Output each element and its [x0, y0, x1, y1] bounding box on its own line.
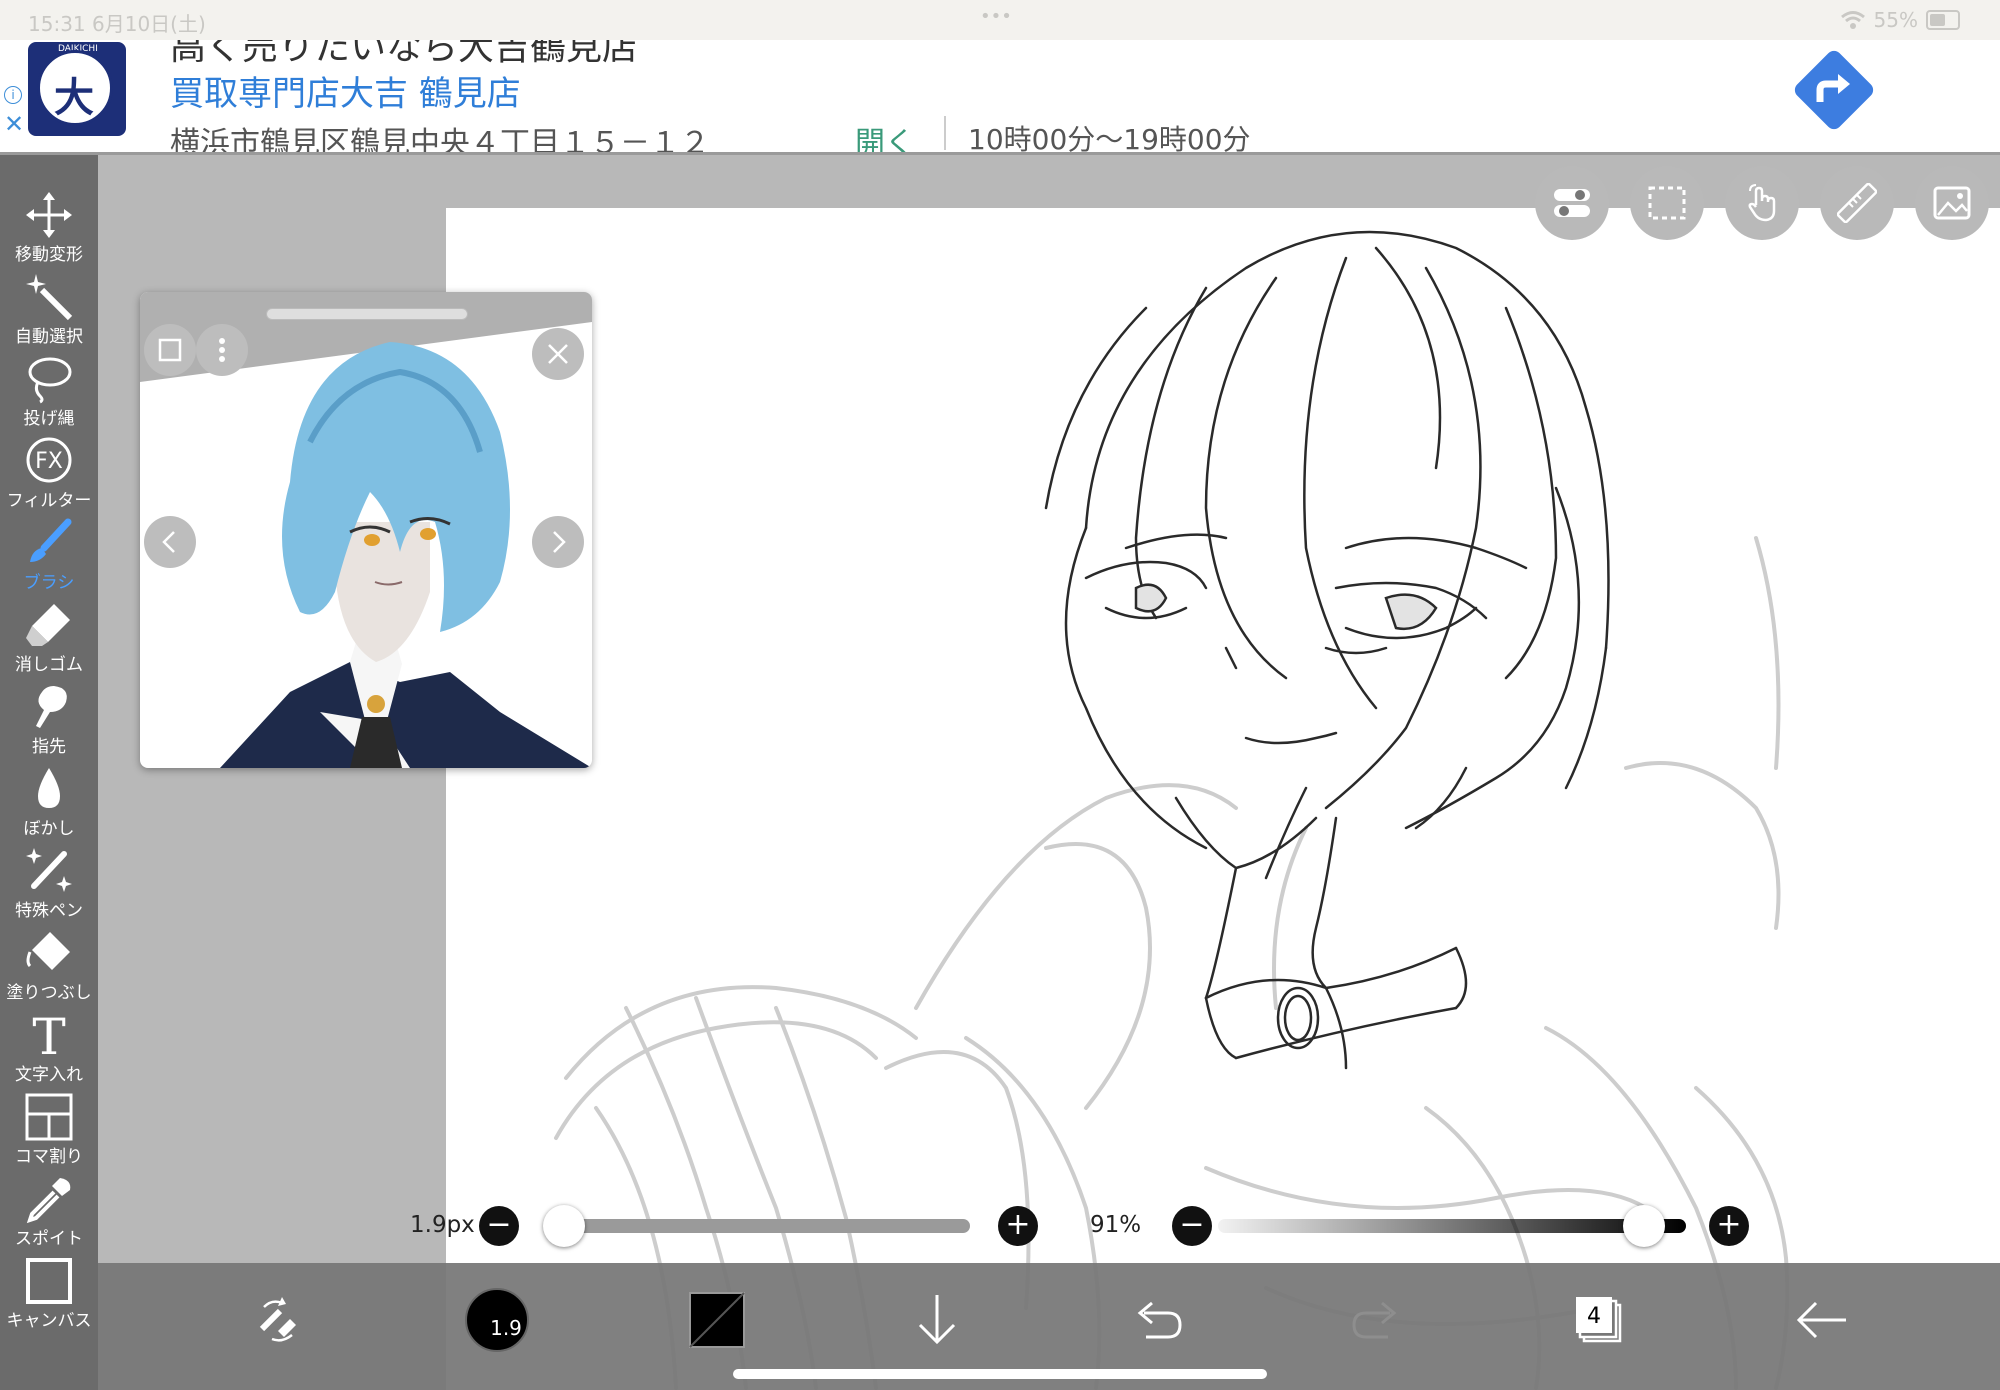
toggle-icon [1554, 189, 1590, 217]
ad-divider [944, 116, 946, 150]
move-icon [26, 192, 72, 238]
brush-size-slider[interactable] [548, 1219, 970, 1233]
tool-sidebar: 移動変形 自動選択 投げ縄 FX フィルター ブラシ 消しゴム 指先 ぼかし 特… [0, 155, 98, 1390]
tool-move-transform[interactable]: 移動変形 [0, 190, 98, 272]
back-arrow-icon [1796, 1301, 1846, 1339]
brush-sliders: 1.9px − + 91% − + [400, 1196, 2000, 1256]
toggle-button[interactable] [1535, 166, 1609, 240]
magic-wand-icon [26, 274, 73, 321]
image-reference-icon [1933, 186, 1971, 220]
text-icon: T [32, 1010, 65, 1060]
tool-frame-divide[interactable]: コマ割り [0, 1092, 98, 1174]
tool-text[interactable]: T 文字入れ [0, 1010, 98, 1092]
selection-rect-icon [1648, 186, 1686, 220]
svg-text:FX: FX [35, 449, 63, 474]
redo-button[interactable] [1342, 1285, 1412, 1355]
tool-eraser[interactable]: 消しゴム [0, 600, 98, 682]
status-bar: 15:31 6月10日(土) ••• 55% [0, 0, 2000, 40]
special-pen-icon [26, 848, 72, 892]
layers-button[interactable]: 4 [1564, 1285, 1634, 1355]
selection-button[interactable] [1630, 166, 1704, 240]
tool-eyedropper[interactable]: スポイト [0, 1174, 98, 1256]
ad-address: 横浜市鶴見区鶴見中央４丁目１５－１２ [170, 126, 710, 155]
directions-icon[interactable] [1792, 48, 1876, 132]
undo-button[interactable] [1122, 1285, 1192, 1355]
eraser-icon [26, 604, 70, 646]
filter-fx-icon: FX [26, 437, 72, 483]
close-icon [548, 344, 568, 364]
more-vertical-icon [219, 338, 225, 362]
svg-text:1.9: 1.9 [490, 1316, 522, 1340]
ad-logo: DAIKICHI 大 [28, 42, 126, 136]
touch-gesture-icon [1748, 184, 1776, 222]
ad-store-name[interactable]: 買取専門店大吉 鶴見店 [170, 66, 521, 115]
window-icon [158, 338, 182, 362]
download-button[interactable] [902, 1285, 972, 1355]
tool-brush[interactable]: ブラシ [0, 518, 98, 600]
lasso-icon [28, 357, 72, 404]
opacity-decrease-button[interactable]: − [1172, 1206, 1212, 1246]
tool-finger[interactable]: 指先 [0, 682, 98, 764]
opacity-label: 91% [1090, 1212, 1142, 1238]
opacity-slider-knob[interactable] [1622, 1205, 1665, 1247]
fill-bucket-icon [26, 932, 70, 970]
ad-banner[interactable]: i ✕ DAIKICHI 大 高く売りたいなら大吉鶴見店 買取専門店大吉 鶴見店… [0, 40, 2000, 155]
frame-divide-icon [25, 1093, 73, 1141]
status-center-dots: ••• [980, 6, 1012, 27]
panel-window-button[interactable] [144, 324, 196, 376]
ad-info-icon[interactable]: i [4, 86, 22, 104]
panel-prev-button[interactable] [144, 516, 196, 568]
swap-tools-icon [259, 1297, 296, 1342]
chevron-right-icon [553, 531, 566, 553]
opacity-increase-button[interactable]: + [1709, 1206, 1749, 1246]
opacity-slider[interactable] [1218, 1219, 1686, 1233]
brush-size-decrease-button[interactable]: − [479, 1206, 519, 1246]
ruler-icon [1837, 183, 1877, 223]
chevron-left-icon [162, 531, 175, 553]
eyedropper-icon [26, 1178, 71, 1224]
brush-preview-button[interactable]: 1.9 [462, 1285, 532, 1355]
blur-drop-icon [38, 768, 60, 808]
ad-close-icon[interactable]: ✕ [4, 110, 24, 138]
ad-hours: 10時00分～19時00分 [968, 123, 1251, 155]
reference-image-button[interactable] [1915, 166, 1989, 240]
tool-canvas[interactable]: キャンバス [0, 1256, 98, 1338]
ruler-button[interactable] [1820, 166, 1894, 240]
wifi-icon [1840, 11, 1865, 29]
gesture-button[interactable] [1725, 166, 1799, 240]
brush-size-increase-button[interactable]: + [998, 1206, 1038, 1246]
canvas-icon [26, 1258, 72, 1304]
back-button[interactable] [1788, 1285, 1858, 1355]
brush-preview-icon: 1.9 [465, 1288, 529, 1352]
tool-auto-select[interactable]: 自動選択 [0, 272, 98, 354]
tool-lasso[interactable]: 投げ縄 [0, 354, 98, 436]
color-swatch-button[interactable] [682, 1285, 752, 1355]
svg-text:4: 4 [1587, 1304, 1601, 1329]
battery-percent: 55% [1873, 8, 1918, 32]
download-arrow-icon [918, 1295, 956, 1345]
finger-smudge-icon [36, 686, 67, 728]
tool-fill[interactable]: 塗りつぶし [0, 928, 98, 1010]
brush-icon [30, 518, 72, 562]
redo-icon [1352, 1301, 1397, 1339]
layers-icon: 4 [1576, 1297, 1622, 1343]
color-swatch-icon [689, 1292, 745, 1348]
swap-tools-button[interactable] [242, 1285, 312, 1355]
home-indicator[interactable] [733, 1369, 1267, 1379]
tool-filter[interactable]: FX フィルター [0, 436, 98, 518]
tool-blur[interactable]: ぼかし [0, 764, 98, 846]
tool-special-pen[interactable]: 特殊ペン [0, 846, 98, 928]
battery-icon [1926, 10, 1960, 30]
brush-size-label: 1.9px [410, 1212, 475, 1238]
panel-drag-handle[interactable] [266, 308, 468, 320]
brush-size-slider-knob[interactable] [543, 1205, 586, 1247]
panel-next-button[interactable] [532, 516, 584, 568]
svg-text:T: T [32, 1010, 65, 1060]
undo-icon [1137, 1301, 1182, 1339]
reference-image-panel[interactable] [140, 292, 592, 768]
ad-open-label: 開く [855, 126, 915, 155]
status-time-date: 15:31 6月10日(土) [28, 12, 206, 36]
panel-close-button[interactable] [532, 328, 584, 380]
panel-menu-button[interactable] [196, 324, 248, 376]
